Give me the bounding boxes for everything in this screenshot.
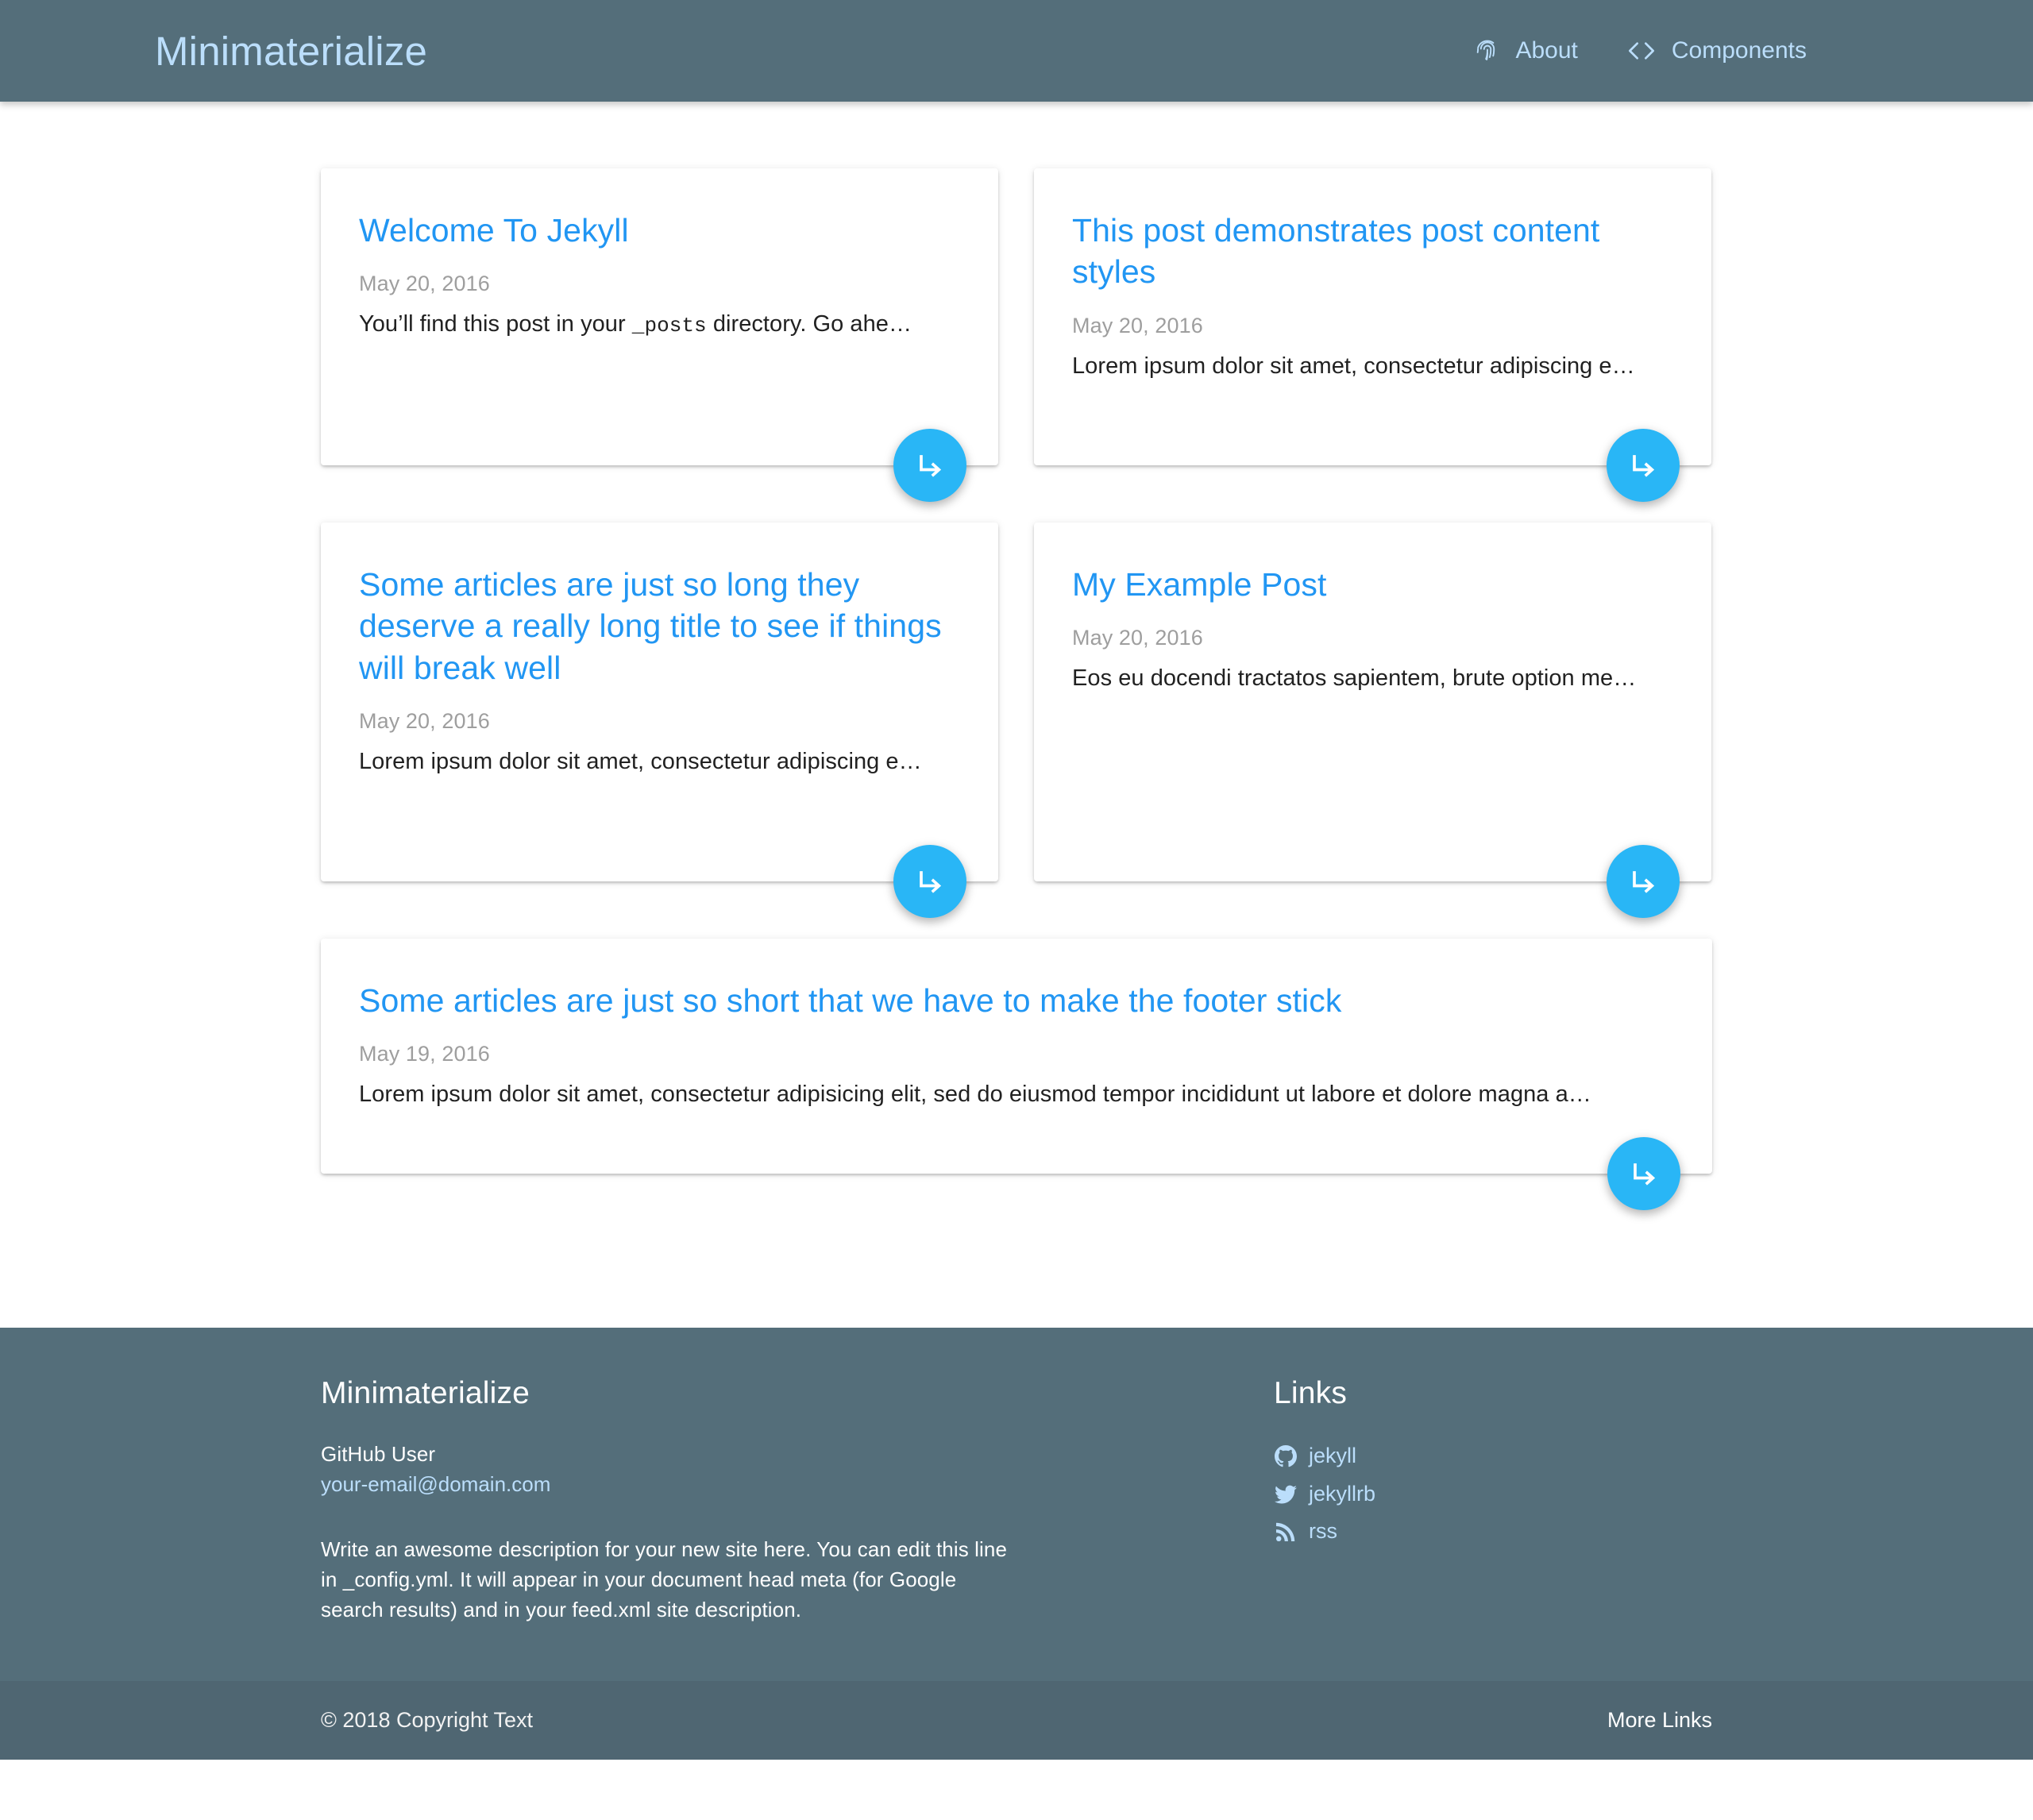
footer-link-rss[interactable]: rss (1274, 1515, 1712, 1548)
navbar-inner: Minimaterialize About Components (135, 31, 1850, 71)
post-excerpt-code: _posts (631, 314, 707, 338)
post-excerpt: Lorem ipsum dolor sit amet, consectetur … (359, 1082, 1591, 1108)
footer-about-column: Minimaterialize GitHub User your-email@d… (321, 1375, 1274, 1625)
nav-link-about[interactable]: About (1450, 37, 1601, 64)
post-card-wrapper: My Example Post May 20, 2016 Eos eu doce… (1034, 522, 1711, 918)
footer-link-label: jekyll (1309, 1443, 1357, 1467)
post-title[interactable]: Some articles are just so long they dese… (359, 564, 960, 688)
copyright-text: © 2018 Copyright Text (321, 1707, 534, 1732)
list-item: rss (1274, 1515, 1712, 1548)
list-item: jekyllrb (1274, 1478, 1712, 1511)
footer-link-label: rss (1309, 1519, 1337, 1544)
post-excerpt: Lorem ipsum dolor sit amet, consectetur … (1072, 353, 1635, 379)
read-more-button[interactable] (1607, 845, 1680, 918)
fingerprint-icon (1474, 37, 1501, 64)
subdirectory-arrow-right-icon (1626, 1156, 1661, 1191)
footer-links-list: jekyll jekyllrb rss (1274, 1440, 1712, 1549)
top-navbar: Minimaterialize About Components (0, 0, 2033, 102)
navbar-links: About Components (1450, 37, 1830, 64)
post-date: May 20, 2016 (1072, 313, 1203, 337)
read-more-button[interactable] (1607, 429, 1680, 502)
subdirectory-arrow-right-icon (1626, 448, 1661, 483)
post-card-wrapper: Some articles are just so short that we … (321, 939, 1712, 1210)
posts-row-3: Some articles are just so short that we … (321, 939, 1712, 1210)
subdirectory-arrow-right-icon (912, 448, 947, 483)
post-date: May 19, 2016 (359, 1042, 490, 1066)
subdirectory-arrow-right-icon (1626, 864, 1661, 899)
post-excerpt-pre: You’ll find this post in your (359, 311, 632, 337)
twitter-icon (1274, 1483, 1298, 1506)
read-more-button[interactable] (893, 845, 966, 918)
posts-row-2: Some articles are just so long they dese… (321, 522, 1712, 918)
footer-github-user: GitHub User (321, 1441, 436, 1466)
post-card-wrapper: Welcome To Jekyll May 20, 2016 You’ll fi… (321, 168, 998, 502)
footer-link-twitter[interactable]: jekyllrb (1274, 1478, 1712, 1511)
posts-row-1: Welcome To Jekyll May 20, 2016 You’ll fi… (321, 168, 1712, 502)
footer-copyright-bar: © 2018 Copyright Text More Links (0, 1680, 2033, 1760)
footer-site-title: Minimaterialize (321, 1376, 530, 1410)
subdirectory-arrow-right-icon (912, 864, 947, 899)
read-more-button[interactable] (893, 429, 966, 502)
post-excerpt: You’ll find this post in your _posts dir… (359, 309, 960, 340)
post-card[interactable]: My Example Post May 20, 2016 Eos eu doce… (1034, 522, 1711, 918)
post-date: May 20, 2016 (359, 272, 490, 296)
post-excerpt: Eos eu docendi tractatos sapientem, brut… (1072, 665, 1637, 692)
post-card-wrapper: This post demonstrates post content styl… (1034, 168, 1711, 502)
more-links-link[interactable]: More Links (1607, 1708, 1712, 1733)
post-card[interactable]: Some articles are just so short that we … (321, 939, 1712, 1210)
nav-link-components-label: Components (1671, 37, 1807, 64)
post-title[interactable]: This post demonstrates post content styl… (1072, 210, 1673, 293)
footer-columns: Minimaterialize GitHub User your-email@d… (321, 1328, 1712, 1681)
github-icon (1274, 1444, 1298, 1467)
post-card[interactable]: Welcome To Jekyll May 20, 2016 You’ll fi… (321, 168, 998, 502)
list-item: jekyll (1274, 1440, 1712, 1473)
footer-link-label: jekyllrb (1309, 1481, 1376, 1506)
post-date: May 20, 2016 (1072, 626, 1203, 650)
brand-logo-link[interactable]: Minimaterialize (155, 31, 427, 71)
footer-links-column: Links jekyll jekyllrb rss (1274, 1375, 1712, 1625)
read-more-button[interactable] (1607, 1137, 1680, 1210)
footer-link-jekyll[interactable]: jekyll (1274, 1440, 1712, 1473)
main-content: Welcome To Jekyll May 20, 2016 You’ll fi… (0, 102, 2033, 1328)
post-card-wrapper: Some articles are just so long they dese… (321, 522, 998, 918)
posts-container: Welcome To Jekyll May 20, 2016 You’ll fi… (321, 102, 1712, 1210)
footer-links-title: Links (1274, 1376, 1348, 1410)
rss-icon (1274, 1521, 1298, 1542)
code-brackets-icon (1626, 39, 1657, 63)
page-footer: Minimaterialize GitHub User your-email@d… (0, 1328, 2033, 1760)
nav-link-components[interactable]: Components (1602, 39, 1830, 63)
nav-link-about-label: About (1515, 37, 1578, 64)
post-excerpt: Lorem ipsum dolor sit amet, consectetur … (359, 749, 922, 775)
footer-email-link[interactable]: your-email@domain.com (321, 1470, 1226, 1500)
footer-copyright-inner: © 2018 Copyright Text More Links (321, 1681, 1712, 1760)
post-title[interactable]: My Example Post (1072, 564, 1673, 605)
post-excerpt-post: directory. Go ahe… (706, 311, 912, 337)
post-title[interactable]: Some articles are just so short that we … (359, 980, 1674, 1021)
post-date: May 20, 2016 (359, 709, 490, 734)
post-title[interactable]: Welcome To Jekyll (359, 210, 960, 251)
footer-description: Write an awesome description for your ne… (321, 1537, 1008, 1621)
post-card[interactable]: This post demonstrates post content styl… (1034, 168, 1711, 502)
post-card[interactable]: Some articles are just so long they dese… (321, 522, 998, 918)
